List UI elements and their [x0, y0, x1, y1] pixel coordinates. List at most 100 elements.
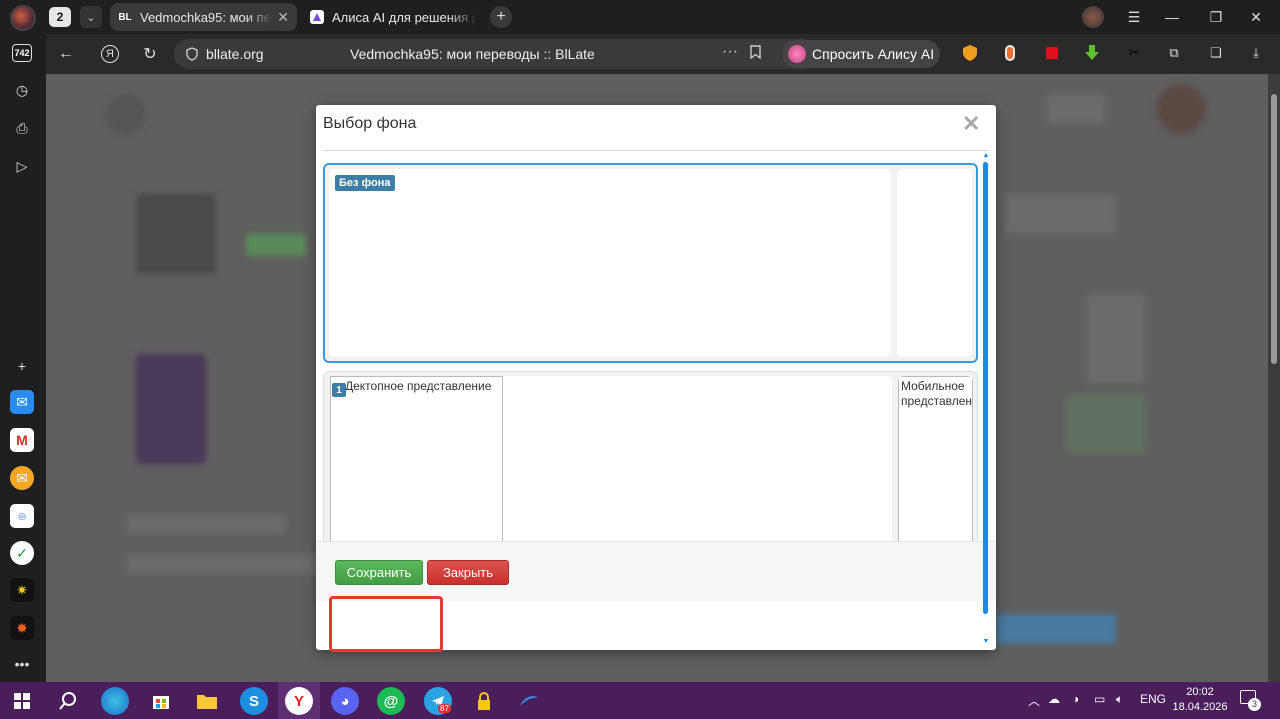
back-arrow-icon[interactable]: ←	[54, 42, 78, 66]
close-button[interactable]: Закрыть	[427, 560, 509, 585]
extension-tool-icon[interactable]: ✂	[1124, 43, 1144, 63]
collections-icon[interactable]: ❏	[1206, 43, 1226, 63]
page-scrollbar-thumb[interactable]	[1271, 94, 1277, 364]
telegram-unread-badge: 87	[438, 704, 451, 713]
scroll-down-icon[interactable]: ▼	[982, 638, 990, 645]
sber-icon[interactable]: ✓	[10, 541, 34, 565]
extensions-puzzle-icon[interactable]: ⧉	[1164, 43, 1184, 63]
language-indicator[interactable]: ENG	[1140, 692, 1166, 706]
background-picker-modal: Выбор фона ✕ Без фона Дектопное представ…	[316, 105, 996, 650]
minimize-icon[interactable]: —	[1160, 6, 1184, 28]
download-green-icon[interactable]	[1082, 43, 1102, 63]
messenger-icon[interactable]: ✉	[10, 390, 34, 414]
menu-icon[interactable]: ☰	[1122, 6, 1146, 28]
browser-sidebar: 742 ◷ ⎙ ▷ + ✉ M ✉ ◎ ✓ ✷ ✸ •••	[0, 34, 46, 682]
volume-icon[interactable]: 🔈︎	[1116, 692, 1123, 707]
edge-blue-icon[interactable]	[515, 687, 543, 715]
bllate-favicon-icon: BL	[118, 11, 132, 23]
tab-counter[interactable]: 2	[49, 7, 71, 27]
network-icon[interactable]: ▭	[1094, 692, 1105, 706]
close-window-icon[interactable]: ✕	[1244, 6, 1268, 28]
downloads-icon[interactable]: ⤓	[1246, 43, 1266, 63]
new-tab-button[interactable]: +	[490, 6, 512, 28]
scroll-up-icon[interactable]: ▲	[982, 152, 990, 159]
desktop-preview: Без фона	[329, 169, 891, 357]
navigation-bar: ← Я ↻ bllate.org Vedmochka95: мои перево…	[46, 34, 1280, 74]
url-domain: bllate.org	[206, 46, 264, 62]
shield-icon[interactable]	[184, 46, 200, 62]
save-button[interactable]: Сохранить	[335, 560, 423, 585]
desktop-image-alt: Дектопное представление	[345, 379, 492, 393]
modal-footer: Сохранить Закрыть	[316, 541, 996, 601]
option-number-badge: 1	[332, 383, 346, 397]
search-icon[interactable]	[54, 687, 82, 715]
tab-label: Алиса AI для решения ре	[332, 9, 477, 25]
more-dots-icon[interactable]: ···	[722, 43, 738, 61]
profile-avatar[interactable]	[10, 5, 36, 31]
modal-scrollbar-thumb[interactable]	[983, 162, 988, 614]
notifications-icon[interactable]: 3	[1240, 690, 1261, 711]
history-clock-icon[interactable]: ◷	[10, 78, 34, 102]
page-scrollbar[interactable]	[1268, 74, 1280, 682]
star-app-icon[interactable]: ✷	[10, 578, 34, 602]
gmail-icon[interactable]: M	[10, 428, 34, 452]
alice-icon	[788, 45, 806, 63]
tray-app-icon[interactable]: ◑	[1072, 692, 1079, 706]
sidebar-counter-badge[interactable]: 742	[12, 44, 32, 62]
video-play-icon[interactable]: ▷	[10, 154, 34, 178]
no-background-badge: Без фона	[335, 175, 395, 191]
user-avatar[interactable]	[1080, 6, 1106, 28]
screenshot-camera-icon[interactable]: ⎙	[10, 116, 34, 140]
desktop-preview: Дектопное представление 1	[330, 376, 892, 564]
clock-time: 20:02	[1186, 686, 1214, 698]
tray-expand-icon[interactable]: ︿	[1028, 692, 1040, 709]
divider	[323, 150, 989, 151]
ask-alice-button[interactable]: Спросить Алису AI	[782, 40, 940, 68]
tab-strip: 2 ⌄ BL Vedmochka95: мои переводы :: BlLa…	[0, 0, 1280, 34]
clock[interactable]: 20:02 18.04.2026	[1170, 685, 1230, 715]
close-icon[interactable]: ✕	[962, 111, 980, 137]
yandex-browser-icon[interactable]: Y	[285, 687, 313, 715]
notifications-count: 3	[1248, 698, 1261, 711]
windows-start-icon[interactable]	[8, 687, 36, 715]
chevron-down-icon[interactable]: ⌄	[80, 6, 102, 28]
clock-date: 18.04.2026	[1172, 701, 1228, 713]
tab-alice[interactable]: Алиса AI для решения ре	[302, 3, 485, 31]
telegram-icon[interactable]: 87	[424, 687, 452, 715]
discord-icon[interactable]: ◕	[331, 687, 359, 715]
background-option-none[interactable]: Без фона	[323, 163, 978, 363]
file-explorer-icon[interactable]	[193, 687, 221, 715]
shield-extension-icon[interactable]	[960, 43, 980, 63]
edge-icon[interactable]	[101, 687, 129, 715]
desktop-image-broken: Дектопное представление	[330, 376, 503, 564]
modal-title: Выбор фона	[323, 115, 417, 132]
skype-icon[interactable]: S	[240, 687, 268, 715]
mobile-preview: Мобильное представление	[898, 376, 973, 564]
kinopoisk-icon[interactable]: ✸	[10, 616, 34, 640]
yandex-icon[interactable]: Я	[98, 42, 122, 66]
more-dots-icon[interactable]: •••	[10, 652, 34, 676]
email-app-icon[interactable]: @	[377, 687, 405, 715]
mail-ru-icon[interactable]: ✉	[10, 466, 34, 490]
url-page-title: Vedmochka95: мои переводы :: BlLate	[350, 46, 595, 62]
mobile-image-broken: Мобильное представление	[898, 376, 973, 564]
extension-red-icon[interactable]	[1042, 43, 1062, 63]
service-icon[interactable]: ◎	[10, 504, 34, 528]
extension-orange-icon[interactable]	[1000, 43, 1020, 63]
add-panel-icon[interactable]: +	[10, 354, 34, 378]
address-bar[interactable]: bllate.org Vedmochka95: мои переводы :: …	[174, 39, 819, 69]
lock-icon[interactable]	[470, 687, 498, 715]
windows-taskbar: S Y ◕ @ 87 ︿ ☁ ◑ ▭ 🔈︎ ENG 20:02 18.04.20…	[0, 682, 1280, 719]
tab-bllate[interactable]: BL Vedmochka95: мои переводы :: BlLate ✕	[110, 3, 297, 31]
modal-scrollbar[interactable]: ▲ ▼	[982, 152, 990, 648]
mobile-image-alt: Мобильное представление	[901, 379, 973, 408]
bookmark-icon[interactable]	[750, 45, 761, 62]
tray-cloud-icon[interactable]: ☁	[1048, 692, 1060, 706]
restore-icon[interactable]: ❐	[1204, 6, 1228, 28]
store-icon[interactable]	[147, 687, 175, 715]
tab-label: Vedmochka95: мои переводы :: BlLate	[140, 9, 273, 25]
reload-icon[interactable]: ↻	[138, 42, 162, 66]
mobile-preview	[897, 169, 972, 357]
close-icon[interactable]: ✕	[277, 9, 289, 26]
ask-alice-label: Спросить Алису AI	[812, 46, 935, 62]
